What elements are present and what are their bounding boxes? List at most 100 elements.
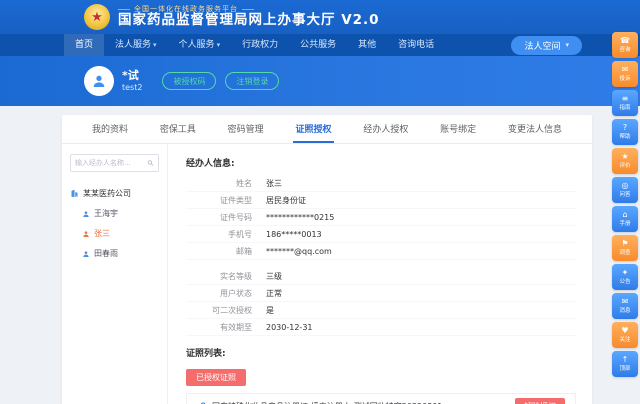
float-help-button[interactable]: ? 帮助 [612, 119, 638, 145]
float-follow-button[interactable]: ♥ 关注 [612, 322, 638, 348]
tab-my-profile[interactable]: 我的资料 [90, 115, 130, 143]
heart-icon: ♥ [621, 327, 628, 336]
field-value: *******@qq.com [266, 247, 332, 256]
mail-icon: ✉ [622, 298, 629, 307]
field-row: 证件号码 ************0215 [186, 209, 576, 226]
field-label: 邮箱 [186, 246, 266, 257]
national-emblem-logo: ★ [84, 4, 110, 30]
tab-license-authorization[interactable]: 证照授权 [293, 115, 333, 143]
tree-member-tianchunyu[interactable]: 田春雨 [82, 248, 159, 259]
field-label: 证件号码 [186, 212, 266, 223]
float-guide-button[interactable]: ≡ 指南 [612, 90, 638, 116]
nav-item-home[interactable]: 首页 [64, 34, 104, 56]
float-qa-button[interactable]: ◎ 问答 [612, 177, 638, 203]
float-notice-button[interactable]: ✦ 公告 [612, 264, 638, 290]
float-message-button[interactable]: ✉ 消息 [612, 293, 638, 319]
auth-code-button[interactable]: 被授权码 [162, 72, 216, 90]
field-row: 可二次授权 是 [186, 302, 576, 319]
site-title: 国家药品监督管理局网上办事大厅 V2.0 [118, 13, 380, 29]
user-banner: *试 test2 被授权码 注销登录 [0, 56, 640, 106]
field-label: 姓名 [186, 178, 266, 189]
user-account: test2 [122, 83, 142, 93]
field-label: 可二次授权 [186, 305, 266, 316]
field-row: 邮箱 *******@qq.com [186, 243, 576, 260]
float-toolbar: ☎ 咨询 ✉ 投诉 ≡ 指南 ? 帮助 ★ 评价 ◎ 问答 ⌂ 手册 ⚑ 调查 … [612, 32, 638, 377]
agent-search-input[interactable] [75, 159, 144, 167]
nav-item-personal-services[interactable]: 个人服务▾ [168, 34, 232, 56]
user-icon [91, 73, 107, 89]
field-label: 手机号 [186, 229, 266, 240]
field-value: 三级 [266, 271, 282, 282]
target-icon: ◎ [622, 182, 629, 191]
chevron-down-icon: ▾ [565, 41, 569, 49]
field-label: 实名等级 [186, 271, 266, 282]
nav-item-public-services[interactable]: 公共服务 [289, 34, 347, 56]
field-row: 实名等级 三级 [186, 268, 576, 285]
site-header: ★ 全国一体化在线政务服务平台 国家药品监督管理局网上办事大厅 V2.0 [0, 0, 640, 34]
nav-item-admin-power[interactable]: 行政权力 [231, 34, 289, 56]
field-row: 姓名 张三 [186, 175, 576, 192]
user-icon [82, 250, 90, 258]
field-value: 是 [266, 305, 274, 316]
user-display-name: *试 [122, 69, 142, 83]
field-value: 居民身份证 [266, 195, 306, 206]
license-section: 证照列表: 已授权证照 国产特殊化妆品产品注册证-境内注册人-测试国妆特字202… [186, 346, 576, 404]
agent-tree-panel: 某某医药公司 王海宇 张三 [62, 144, 168, 404]
nav-item-legal-services[interactable]: 法人服务▾ [104, 34, 168, 56]
agent-search-box [70, 154, 159, 172]
float-manual-button[interactable]: ⌂ 手册 [612, 206, 638, 232]
tree-member-zhangsan[interactable]: 张三 [82, 228, 159, 239]
user-icon [82, 210, 90, 218]
field-row: 证件类型 居民身份证 [186, 192, 576, 209]
field-value: 张三 [266, 178, 282, 189]
user-space-button[interactable]: 法人空间▾ [511, 36, 582, 55]
user-meta: *试 test2 [122, 69, 142, 93]
field-row: 手机号 186*****0013 [186, 226, 576, 243]
float-complaint-button[interactable]: ✉ 投诉 [612, 61, 638, 87]
menu-icon: ≡ [622, 95, 629, 104]
field-value: ************0215 [266, 213, 334, 222]
search-icon [147, 159, 154, 167]
tree-node-company[interactable]: 某某医药公司 [70, 188, 159, 199]
field-value: 186*****0013 [266, 230, 322, 239]
tab-password-management[interactable]: 密码管理 [226, 115, 266, 143]
revoke-authorization-button[interactable]: 解除授权 [515, 398, 565, 404]
nav-item-other[interactable]: 其他 [347, 34, 387, 56]
tab-change-legal-info[interactable]: 变更法人信息 [506, 115, 564, 143]
field-label: 用户状态 [186, 288, 266, 299]
authorized-licenses-filter-button[interactable]: 已授权证照 [186, 369, 246, 386]
license-list: 国产特殊化妆品产品注册证-境内注册人-测试国妆特字20220301 解除授权 化… [186, 393, 576, 404]
field-row: 有效期至 2030-12-31 [186, 319, 576, 336]
tab-bar: 我的资料 密保工具 密码管理 证照授权 经办人授权 账号绑定 变更法人信息 [62, 115, 592, 144]
mail-icon: ✉ [622, 66, 629, 75]
agent-tree: 某某医药公司 王海宇 张三 [70, 188, 159, 259]
home-icon: ⌂ [622, 211, 627, 220]
field-label: 有效期至 [186, 322, 266, 333]
tab-account-binding[interactable]: 账号绑定 [438, 115, 478, 143]
float-consult-button[interactable]: ☎ 咨询 [612, 32, 638, 58]
user-icon [82, 230, 90, 238]
main-card: 我的资料 密保工具 密码管理 证照授权 经办人授权 账号绑定 变更法人信息 [62, 115, 592, 404]
logout-button[interactable]: 注销登录 [225, 72, 279, 90]
field-value: 2030-12-31 [266, 323, 313, 332]
chevron-down-icon: ▾ [153, 34, 157, 56]
avatar [84, 66, 114, 96]
field-row: 用户状态 正常 [186, 285, 576, 302]
building-icon [70, 189, 79, 198]
tab-security-tools[interactable]: 密保工具 [158, 115, 198, 143]
site-titles: 全国一体化在线政务服务平台 国家药品监督管理局网上办事大厅 V2.0 [118, 5, 380, 29]
float-back-to-top-button[interactable]: ↑ 顶部 [612, 351, 638, 377]
nav-item-hotline[interactable]: 咨询电话 [387, 34, 445, 56]
phone-icon: ☎ [620, 37, 630, 46]
tab-agent-authorization[interactable]: 经办人授权 [361, 115, 410, 143]
flag-icon: ⚑ [621, 240, 628, 249]
chevron-down-icon: ▾ [217, 34, 221, 56]
license-row: 国产特殊化妆品产品注册证-境内注册人-测试国妆特字20220301 解除授权 [187, 394, 575, 404]
float-rating-button[interactable]: ★ 评价 [612, 148, 638, 174]
float-survey-button[interactable]: ⚑ 调查 [612, 235, 638, 261]
question-icon: ? [623, 124, 627, 133]
star-icon: ★ [621, 153, 628, 162]
agent-info-title: 经办人信息: [186, 156, 576, 169]
tree-member-wanghaiyu[interactable]: 王海宇 [82, 208, 159, 219]
field-label: 证件类型 [186, 195, 266, 206]
